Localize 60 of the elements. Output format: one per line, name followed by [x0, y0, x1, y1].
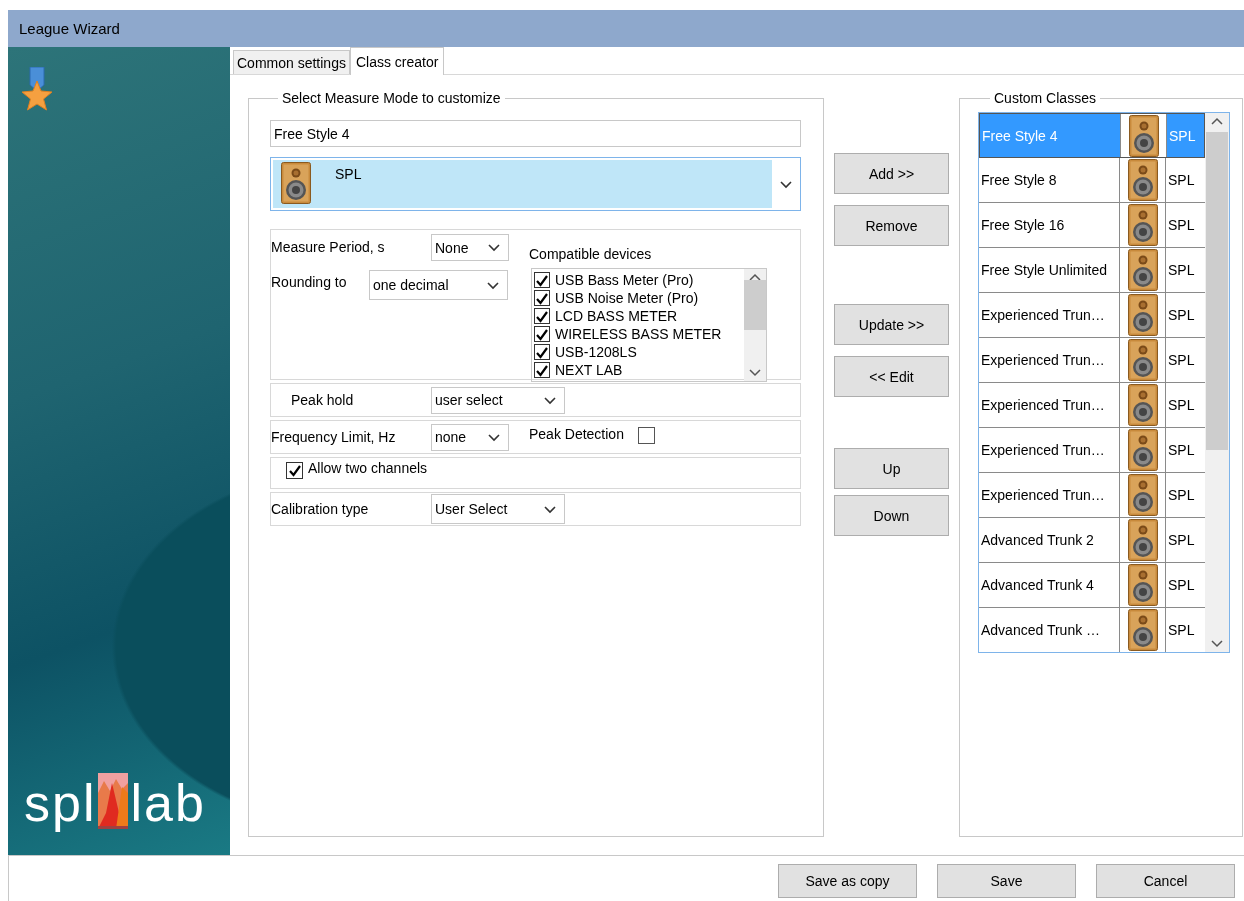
window-title: League Wizard — [8, 10, 1244, 47]
field-label: Frequency Limit, Hz — [271, 429, 397, 445]
dropdown[interactable]: User Select — [431, 494, 565, 524]
dropdown[interactable]: one decimal — [369, 270, 508, 300]
field-label: Rounding to — [271, 274, 348, 290]
class-row[interactable]: Advanced Trunk … SPL — [979, 608, 1205, 652]
footer-button[interactable]: Save as copy — [778, 864, 917, 898]
field-label: Compatible devices — [529, 246, 652, 262]
tab[interactable]: Class creator — [349, 47, 445, 75]
class-row[interactable]: Free Style Unlimited SPL — [979, 248, 1205, 293]
action-button[interactable]: Remove — [834, 205, 949, 246]
class-type: SPL — [1167, 261, 1196, 280]
device-label: USB Bass Meter (Pro) — [555, 272, 694, 288]
dropdown[interactable]: none — [431, 423, 509, 451]
class-row[interactable]: Advanced Trunk 2 SPL — [979, 518, 1205, 563]
class-type: SPL — [1167, 306, 1196, 325]
dropdown[interactable]: None — [431, 234, 509, 261]
class-type: SPL — [1167, 216, 1196, 235]
device-label: LCD BASS METER — [555, 308, 678, 324]
class-row[interactable]: Experienced Trun… SPL — [979, 383, 1205, 428]
name-field[interactable]: Free Style 4 — [270, 120, 801, 147]
class-type: SPL — [1167, 621, 1196, 640]
dropdown[interactable]: user select — [431, 386, 565, 414]
class-row[interactable]: Experienced Trun… SPL — [979, 428, 1205, 473]
action-button[interactable]: Update >> — [834, 304, 949, 345]
field-label: Peak hold — [290, 392, 355, 408]
field-label: Calibration type — [271, 501, 370, 517]
class-type: SPL — [1167, 576, 1196, 595]
tab[interactable]: Common settings — [233, 50, 350, 74]
device-label: NEXT LAB — [555, 362, 623, 378]
footer-button[interactable]: Cancel — [1096, 864, 1235, 898]
class-row[interactable]: Experienced Trun… SPL — [979, 293, 1205, 338]
class-type: SPL — [1167, 531, 1196, 550]
class-row[interactable]: Experienced Trun… SPL — [979, 338, 1205, 383]
field-label: Measure Period, s — [271, 239, 386, 255]
action-button[interactable]: Add >> — [834, 153, 949, 194]
footer-button[interactable]: Save — [937, 864, 1076, 898]
class-type: SPL — [1167, 171, 1196, 190]
action-button[interactable]: Up — [834, 448, 949, 489]
class-name: Free Style 4 — [980, 114, 1121, 157]
action-button[interactable]: << Edit — [834, 356, 949, 397]
group-label: Custom Classes — [993, 90, 1097, 106]
class-row[interactable]: Free Style 8 SPL — [979, 158, 1205, 203]
device-label: WIRELESS BASS METER — [555, 326, 722, 342]
class-type: SPL — [1167, 114, 1204, 157]
field-label: Peak Detection — [529, 426, 624, 442]
group-label: Select Measure Mode to customize — [281, 90, 502, 106]
class-type: SPL — [1167, 441, 1196, 460]
class-row[interactable]: Free Style 16 SPL — [979, 203, 1205, 248]
class-type: SPL — [1167, 396, 1196, 415]
class-type: SPL — [1167, 486, 1196, 505]
logo-text: lab — [130, 777, 206, 829]
class-row[interactable]: Advanced Trunk 4 SPL — [979, 563, 1205, 608]
mode-dropdown[interactable]: SPL — [270, 157, 801, 211]
action-button[interactable]: Down — [834, 495, 949, 536]
class-row[interactable]: Experienced Trun… SPL — [979, 473, 1205, 518]
device-label: USB-1208LS — [555, 344, 637, 360]
checkbox-label: Allow two channels — [308, 460, 428, 476]
device-label: USB Noise Meter (Pro) — [555, 290, 699, 306]
class-type: SPL — [1167, 351, 1196, 370]
